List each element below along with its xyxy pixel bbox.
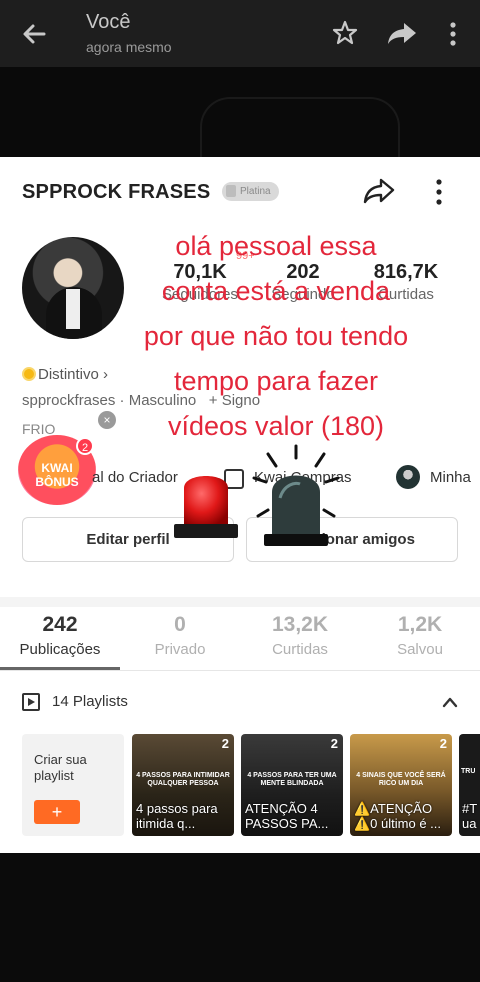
tab-label: Publicações (19, 641, 101, 658)
tab-publicacoes[interactable]: 242 Publicações (0, 613, 120, 658)
playlist-cover-text: 4 SINAIS QUE VOCÊ SERÁ RICO UM DIA (356, 772, 446, 787)
playlist-item[interactable]: 2 4 SINAIS QUE VOCÊ SERÁ RICO UM DIA ⚠️A… (350, 734, 452, 836)
background-shape (200, 97, 400, 157)
playlist-item[interactable]: 2 4 PASSOS PARA INTIMIDAR QUALQUER PESSO… (132, 734, 234, 836)
stat-value: 70,1K (173, 261, 227, 283)
forward-icon[interactable] (386, 18, 418, 48)
tab-value: 13,2K (271, 613, 329, 636)
stat-label: Curtidas (378, 286, 434, 303)
handle: spprockfrases (22, 392, 116, 409)
red-siren-icon (174, 476, 238, 538)
playlists-header[interactable]: 14 Playlists (0, 683, 480, 729)
create-playlist-card[interactable]: Criar sua playlist + (22, 734, 124, 836)
playlist-item[interactable]: TRU #T ua (459, 734, 480, 836)
profile-meta: spprockfrases · Masculino + Signo (22, 392, 261, 409)
profile-tabs: 242 Publicações 0 Privado 13,2K Curtidas… (0, 597, 480, 681)
avatar-shirt (66, 289, 80, 329)
tab-label: Salvou (397, 641, 443, 658)
kwai-bonus-count: 2 (76, 437, 94, 455)
profile-more-icon[interactable] (428, 177, 450, 207)
playlist-icon (22, 693, 40, 711)
distintivo-label: Distintivo (38, 366, 99, 383)
sign-link[interactable]: + Signo (209, 392, 260, 409)
stat-followers[interactable]: 70,1K Seguidores (156, 261, 244, 303)
tab-value: 242 (42, 613, 78, 636)
stat-likes[interactable]: 816,7K Curtidas (364, 261, 448, 303)
playlist-title: #T ua (462, 801, 477, 831)
chat-title: Você (86, 11, 131, 33)
playlist-count: 2 (221, 736, 229, 751)
tab-salvou[interactable]: 1,2K Salvou (360, 613, 480, 658)
chat-subtitle: agora mesmo (86, 39, 172, 55)
star-icon[interactable] (330, 18, 360, 48)
tab-divider (0, 670, 480, 671)
mini-avatar (396, 465, 420, 489)
stat-value: 816,7K (373, 261, 439, 283)
tab-privado[interactable]: 0 Privado (120, 613, 240, 658)
tab-value: 0 (174, 613, 186, 636)
playlist-cover-text: TRU (461, 768, 476, 775)
stat-following[interactable]: 202 Seguindo (260, 261, 346, 303)
my-link[interactable]: Minha (430, 469, 471, 486)
gender: Masculino (128, 392, 197, 409)
create-playlist-button[interactable]: + (34, 800, 80, 824)
share-profile-icon[interactable] (362, 175, 396, 207)
profile-name: SPPROCK FRASES (22, 181, 211, 203)
playlist-title: 4 passos para itimida q... (136, 801, 218, 831)
distintivo-link[interactable]: Distintivo › (22, 366, 108, 383)
dark-siren-icon (252, 444, 340, 546)
playlist-cover-text: 4 PASSOS PARA INTIMIDAR QUALQUER PESSOA (136, 772, 230, 787)
playlist-title: ⚠️ATENÇÃO ⚠️0 último é ... (354, 801, 441, 831)
tab-value: 1,2K (397, 613, 443, 636)
chevron-up-icon[interactable] (440, 693, 460, 711)
profile-links-row: al do Criador Kwai Compras Minha (0, 465, 480, 493)
stat-label: Seguidores (162, 286, 238, 303)
stat-value: 202 (286, 261, 320, 283)
playlist-count: 2 (439, 736, 447, 751)
coin-icon (22, 367, 36, 381)
section-divider (0, 597, 480, 607)
more-vert-icon[interactable] (440, 18, 466, 50)
playlist-count: 2 (330, 736, 338, 751)
tab-label: Curtidas (272, 641, 328, 658)
playlist-cover-text: 4 PASSOS PARA TER UMA MENTE BLINDADA (247, 772, 337, 787)
playlists-title: 14 Playlists (52, 693, 128, 710)
bottom-video-area (0, 853, 480, 982)
video-background (0, 67, 480, 157)
top-app-bar: Você agora mesmo (0, 0, 480, 67)
playlist-item[interactable]: 2 4 PASSOS PARA TER UMA MENTE BLINDADA A… (241, 734, 343, 836)
tab-label: Privado (154, 641, 206, 658)
back-arrow-icon[interactable] (18, 18, 50, 50)
create-playlist-label: Criar sua playlist (34, 752, 87, 783)
profile-card: SPPROCK FRASES Platina 99+ 70,1K Seguido… (0, 157, 480, 853)
screen: { "topbar": { "title": "Você", "subtitle… (0, 0, 480, 982)
tab-curtidas[interactable]: 13,2K Curtidas (240, 613, 360, 658)
creator-panel-link[interactable]: al do Criador (92, 469, 178, 486)
playlist-title: ATENÇÃO 4 PASSOS PA... (245, 801, 329, 831)
avatar[interactable] (22, 237, 124, 339)
platinum-badge: Platina (222, 182, 279, 201)
stat-label: Seguindo (271, 286, 335, 303)
close-icon[interactable]: × (98, 411, 116, 429)
